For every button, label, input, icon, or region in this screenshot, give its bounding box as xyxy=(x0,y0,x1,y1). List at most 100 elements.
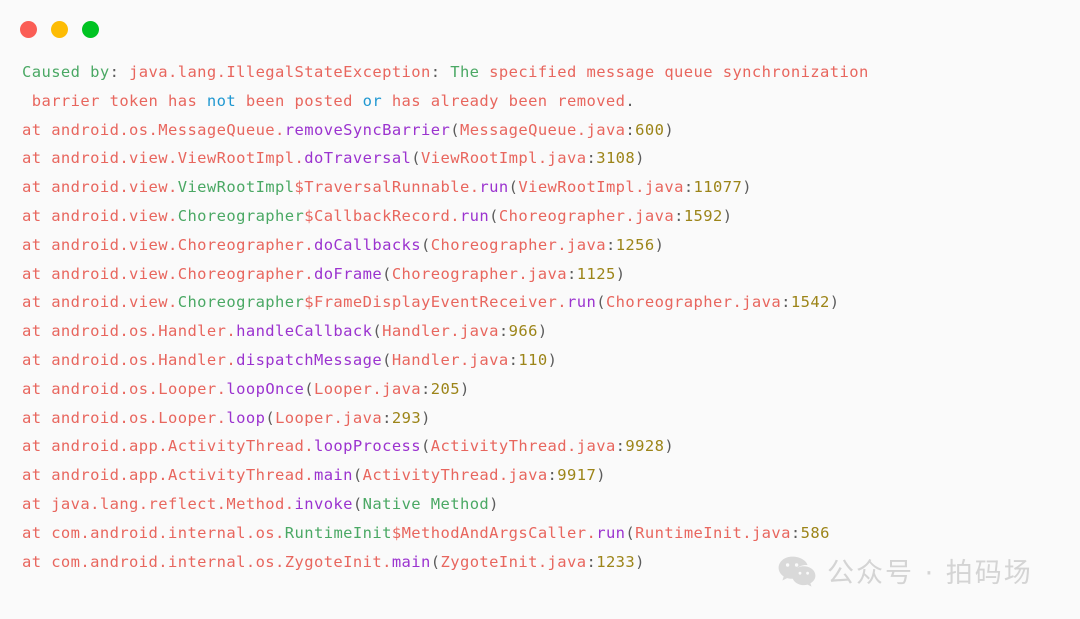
code-token: ( xyxy=(304,379,314,398)
line-message-cont: barrier token has not been posted or has… xyxy=(22,87,1080,116)
code-token: ( xyxy=(508,178,519,197)
code-token: at xyxy=(22,350,52,369)
code-token: : xyxy=(382,408,392,427)
traffic-light-buttons xyxy=(20,20,99,38)
code-token: : xyxy=(674,206,684,225)
code-token: at xyxy=(22,523,52,542)
code-token: ( xyxy=(382,350,392,369)
code-token: java.lang.IllegalStateException xyxy=(129,63,431,81)
code-token: android.os.Handler. xyxy=(51,322,237,341)
code-token: android.view. xyxy=(51,293,178,312)
code-token: not xyxy=(206,91,237,110)
code-token: at xyxy=(22,264,52,283)
code-token: : xyxy=(586,149,597,168)
frame-4: at android.view.Choreographer$CallbackRe… xyxy=(22,202,1080,231)
code-token: at xyxy=(22,466,52,485)
code-token: : xyxy=(508,350,519,369)
code-token: : xyxy=(430,63,451,81)
code-token: doFrame xyxy=(313,264,383,283)
code-token: at xyxy=(22,379,52,398)
stacktrace-code-block: Caused by: java.lang.IllegalStateExcepti… xyxy=(0,58,1080,576)
code-snippet-window: Caused by: java.lang.IllegalStateExcepti… xyxy=(0,0,1080,619)
code-token: at xyxy=(22,494,52,513)
code-token: : xyxy=(498,322,509,341)
code-token: ( xyxy=(596,293,606,312)
code-token: 966 xyxy=(508,322,538,341)
code-token: android.app.ActivityThread. xyxy=(51,466,314,485)
close-button[interactable] xyxy=(20,20,37,38)
code-token: at xyxy=(22,437,52,456)
code-token: $CallbackRecord. xyxy=(304,206,460,225)
code-token: android.view. xyxy=(51,178,178,197)
frame-6: at android.view.Choreographer.doFrame(Ch… xyxy=(22,260,1080,289)
maximize-button[interactable] xyxy=(82,20,99,38)
code-token: 586 xyxy=(800,523,830,542)
code-token: 293 xyxy=(391,408,422,427)
code-token: ViewRootImpl.java xyxy=(421,149,587,168)
code-token: android.view.ViewRootImpl. xyxy=(51,149,305,168)
code-token: ) xyxy=(742,178,752,197)
code-token: ( xyxy=(489,206,499,225)
code-token: Choreographer.java xyxy=(391,264,568,283)
code-token: ) xyxy=(829,293,840,312)
code-token: ( xyxy=(352,494,363,513)
code-token: main xyxy=(391,552,431,571)
code-token: ( xyxy=(382,264,392,283)
code-token: : xyxy=(547,466,558,485)
code-token: ) xyxy=(635,552,645,571)
code-token: ZygoteInit.java xyxy=(440,552,587,571)
code-token: 1233 xyxy=(596,552,636,571)
code-token: RuntimeInit xyxy=(284,523,392,542)
code-token: ) xyxy=(596,466,606,485)
code-token: Looper.java xyxy=(275,408,383,427)
code-token: $MethodAndArgsCaller. xyxy=(391,523,597,542)
code-token: com.android.internal.os.ZygoteInit. xyxy=(51,552,392,571)
frame-5: at android.view.Choreographer.doCallback… xyxy=(22,231,1080,260)
code-token: at xyxy=(22,149,52,168)
frame-13: at android.app.ActivityThread.main(Activ… xyxy=(22,461,1080,490)
code-token: Caused by xyxy=(22,63,110,81)
frame-16: at com.android.internal.os.ZygoteInit.ma… xyxy=(22,548,1080,577)
code-token: MessageQueue.java xyxy=(459,120,626,139)
code-token: ) xyxy=(664,437,675,456)
code-token: Choreographer xyxy=(177,293,305,312)
code-token: android.os.Handler. xyxy=(51,350,237,369)
code-token: ( xyxy=(265,408,276,427)
code-token: run xyxy=(479,178,509,197)
code-token: ActivityThread.java xyxy=(430,437,616,456)
code-token: at xyxy=(22,235,52,254)
code-token: 1592 xyxy=(683,206,723,225)
code-token: or xyxy=(362,91,383,110)
code-token: java.lang.reflect.Method. xyxy=(51,494,295,513)
code-token: : xyxy=(605,235,616,254)
code-token: 110 xyxy=(518,350,548,369)
code-token: ) xyxy=(547,350,558,369)
frame-1: at android.os.MessageQueue.removeSyncBar… xyxy=(22,116,1080,145)
code-token: loopProcess xyxy=(313,437,422,456)
code-token: 600 xyxy=(635,120,665,139)
code-token: ) xyxy=(537,322,548,341)
code-token: ) xyxy=(664,120,675,139)
code-token: com.android.internal.os. xyxy=(51,523,285,542)
code-token: ) xyxy=(459,379,470,398)
frame-11: at android.os.Looper.loop(Looper.java:29… xyxy=(22,404,1080,433)
code-token: has already been removed xyxy=(382,91,626,110)
code-token: ( xyxy=(411,149,422,168)
code-token: Choreographer.java xyxy=(605,293,782,312)
code-token: at xyxy=(22,552,52,571)
code-token: : xyxy=(109,63,130,81)
code-token: at xyxy=(22,178,52,197)
code-token: android.os.MessageQueue. xyxy=(51,120,285,139)
frame-15: at com.android.internal.os.RuntimeInit$M… xyxy=(22,519,1080,548)
code-token: RuntimeInit.java xyxy=(635,523,791,542)
code-token: : xyxy=(781,293,791,312)
code-token: at xyxy=(22,206,52,225)
code-token: loopOnce xyxy=(226,379,305,398)
minimize-button[interactable] xyxy=(51,20,68,38)
code-token: ViewRootImpl xyxy=(177,178,295,197)
code-token: android.view.Choreographer. xyxy=(51,264,314,283)
code-token: at xyxy=(22,120,52,139)
frame-8: at android.os.Handler.handleCallback(Han… xyxy=(22,317,1080,346)
code-token: been posted xyxy=(236,91,363,110)
code-token: ) xyxy=(615,264,626,283)
